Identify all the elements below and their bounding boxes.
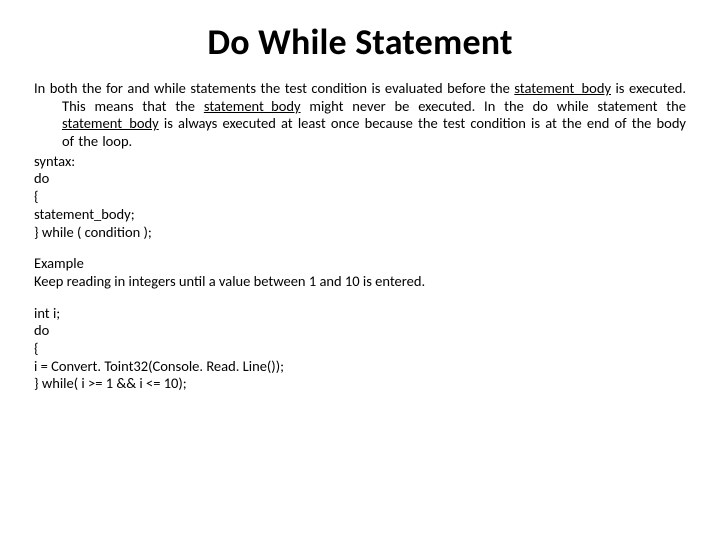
syntax-line-2: { xyxy=(34,188,686,206)
spacer-2 xyxy=(34,291,686,305)
example-line-3: { xyxy=(34,340,686,358)
intro-underline-1: statement_body xyxy=(514,79,611,97)
page-title: Do While Statement xyxy=(34,20,686,64)
example-line-2: do xyxy=(34,322,686,340)
example-line-4: i = Convert. Toint32(Console. Read. Line… xyxy=(34,358,686,376)
intro-underline-2: statement_body xyxy=(204,97,301,115)
syntax-line-3: statement_body; xyxy=(34,206,686,224)
slide-body: In both the for and while statements the… xyxy=(34,80,686,393)
spacer-1 xyxy=(34,241,686,255)
intro-text-3: might never be executed. In the do while… xyxy=(301,97,686,115)
example-desc: Keep reading in integers until a value b… xyxy=(34,273,686,291)
example-line-5: } while( i >= 1 && i <= 10); xyxy=(34,375,686,393)
slide: Do While Statement In both the for and w… xyxy=(0,0,720,540)
example-line-1: int i; xyxy=(34,305,686,323)
intro-paragraph: In both the for and while statements the… xyxy=(34,80,686,151)
syntax-line-1: do xyxy=(34,170,686,188)
intro-text-1: In both the for and while statements the… xyxy=(34,79,514,97)
syntax-label: syntax: xyxy=(34,153,686,171)
intro-underline-3: statement_body xyxy=(62,114,159,132)
example-heading: Example xyxy=(34,255,686,273)
syntax-line-4: } while ( condition ); xyxy=(34,224,686,242)
